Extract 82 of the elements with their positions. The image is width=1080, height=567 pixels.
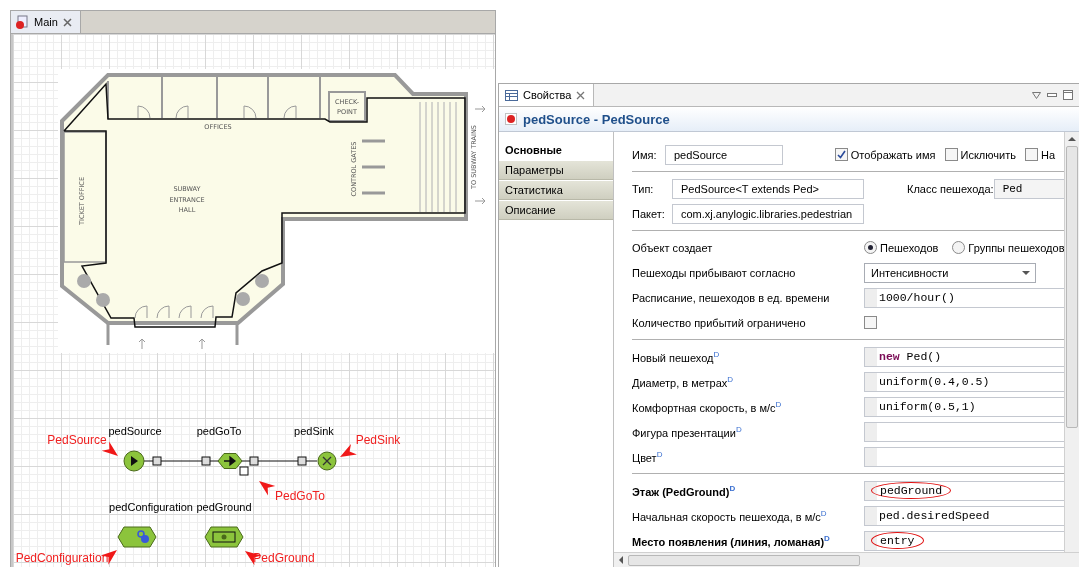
block-label: pedSink [294,425,334,437]
block-label: pedGoTo [196,425,242,437]
option-label: Пешеходов [880,241,939,254]
document-icon [15,15,29,29]
sink-block-icon[interactable] [317,451,337,471]
section-tab[interactable]: Описание [499,200,613,220]
callout-label: PedGoTo [275,489,325,503]
maximize-icon[interactable] [1063,90,1073,100]
minimize-icon[interactable] [1047,92,1057,98]
checkbox[interactable] [944,148,958,161]
field-label: Тип: [632,182,655,195]
block-label: pedConfiguration [109,501,193,513]
field-label: Пакет: [632,207,666,220]
view-menu-icon[interactable] [1032,91,1041,99]
checkbox[interactable] [834,148,848,161]
code-field[interactable]: pedGround [864,480,1064,501]
field-label: Объект создает [632,241,714,254]
callout-label: PedConfiguration [15,551,109,565]
editor-tab[interactable]: Main [11,11,81,33]
type-field: PedSource<T extends Ped> [672,178,864,199]
option-label: Группы пешеходов [968,241,1064,254]
port-icon[interactable] [249,456,259,466]
code-field[interactable]: uniform(0.5,1) [864,396,1064,417]
callout-label: PedSink [355,433,401,447]
field-label: Этаж (PedGround)$^{D}$ [632,483,737,498]
port-icon[interactable] [297,456,307,466]
horizontal-scrollbar[interactable] [614,552,1079,567]
check-icon [836,150,846,159]
field-label: Имя: [632,148,658,161]
option-label: На [1040,148,1055,161]
block-label: pedGround [196,501,252,513]
section-tab[interactable]: Параметры [499,160,613,180]
class-field[interactable]: Ped [993,178,1064,199]
option-label: Исключить [960,148,1016,161]
vertical-scrollbar[interactable] [1064,132,1079,552]
checkbox[interactable] [1024,148,1038,161]
callout-label: PedGround [253,551,315,565]
field-label: Пешеходы прибывают согласно [632,266,797,279]
code-field[interactable]: uniform(0.4,0.5) [864,371,1064,392]
goto-block-icon[interactable] [217,453,243,469]
name-field[interactable]: pedSource [665,144,783,165]
source-block-icon[interactable] [123,450,145,472]
callout-arrowhead [340,443,357,457]
field-label: Диаметр, в метрах$^{D}$ [632,374,735,389]
code-field[interactable]: ped.desiredSpeed [864,505,1064,526]
field-label: Количество прибытий ограничено [632,316,807,329]
table-icon [505,89,518,101]
close-icon[interactable] [62,17,72,27]
block-label: pedSource [108,425,162,437]
port-icon[interactable] [201,456,211,466]
radio-button[interactable] [952,241,966,254]
left-arrow-icon[interactable] [618,556,624,564]
field-label: Класс пешехода: [907,182,994,195]
field-label: Начальная скорость пешехода, в м/с$^{D}$ [632,508,828,523]
field-label: Расписание, пешеходов в ед. времени [632,291,831,304]
code-field[interactable]: new Ped() [864,346,1064,367]
option-label: Отображать имя [850,148,936,161]
callout-label: PedSource [47,433,107,447]
up-arrow-icon[interactable] [1068,136,1076,142]
properties-tab[interactable]: Свойства [499,84,595,106]
code-field[interactable] [864,446,1064,467]
properties-title: pedSource - PedSource [523,111,670,127]
code-field[interactable]: 1000/hour() [864,287,1064,308]
code-field[interactable]: entry [864,530,1064,551]
callout-arrowhead [259,481,276,496]
checkbox[interactable] [864,316,877,329]
square-icon [239,466,249,476]
block-icon [505,113,517,125]
field-label: Новый пешеход$^{D}$ [632,349,721,364]
section-tab[interactable]: Статистика [499,180,613,200]
field-label: Место появления (линия, ломаная)$^{D}$ [632,533,831,548]
close-icon[interactable] [576,90,586,100]
radio-button[interactable] [864,241,877,254]
configuration-block-icon[interactable] [117,526,157,548]
field-label: Цвет$^{D}$ [632,449,664,464]
field-label: Фигура презентации$^{D}$ [632,424,743,439]
field-label: Комфортная скорость, в м/с$^{D}$ [632,399,783,414]
package-field: com.xj.anylogic.libraries.pedestrian [672,203,864,224]
code-field[interactable] [864,421,1064,442]
dropdown[interactable]: Интенсивности [864,262,1036,283]
port-icon[interactable] [152,456,162,466]
ground-block-icon[interactable] [204,526,244,548]
